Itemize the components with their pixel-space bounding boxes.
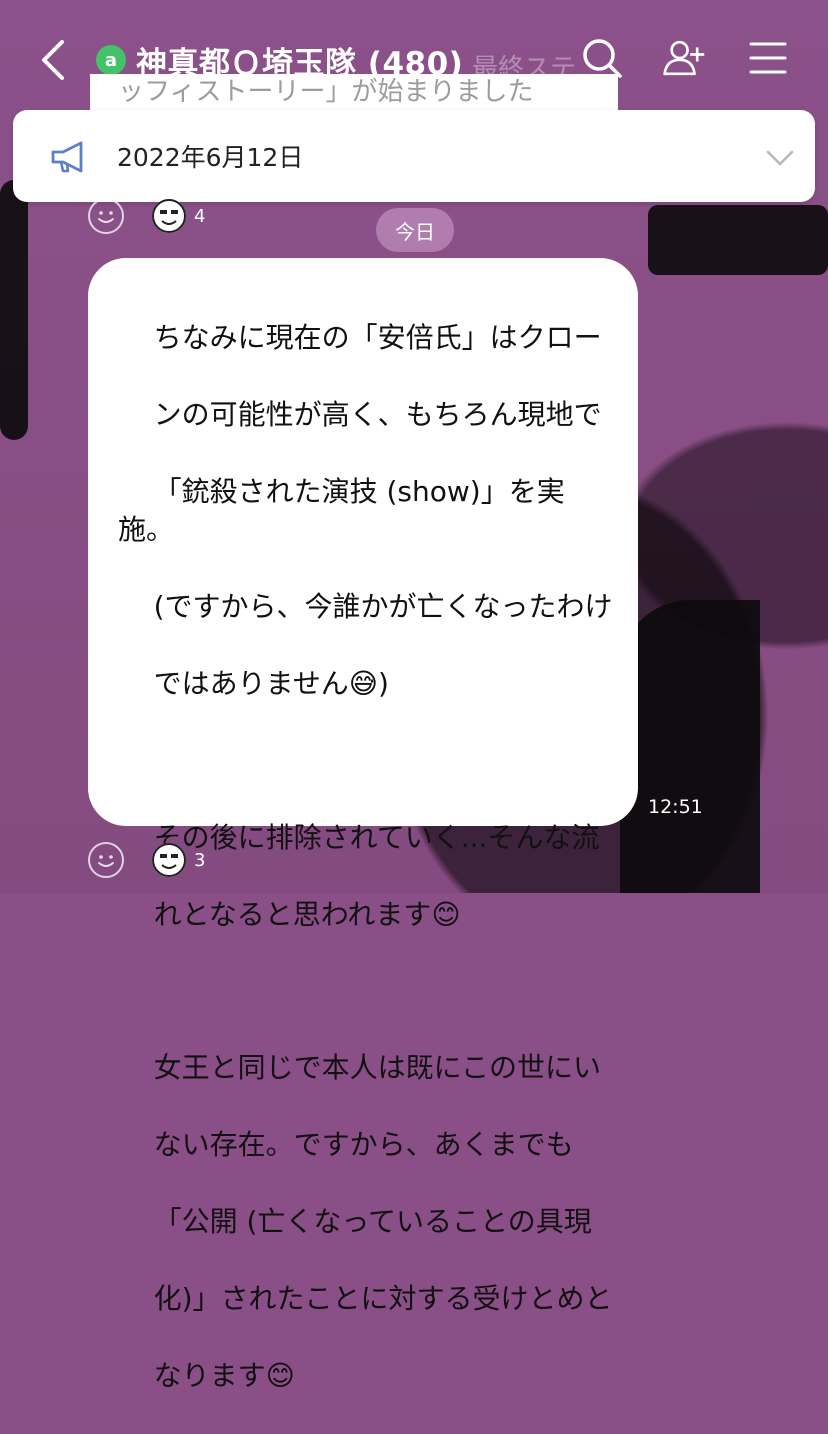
menu-icon[interactable] [746,36,790,80]
message-line: (ですから、今誰かが亡くなったわけ [154,590,613,623]
message-line: ンの可能性が高く、もちろん現地で [154,398,602,431]
add-reaction-icon[interactable] [88,842,124,878]
message-timestamp: 12:51 [648,796,703,818]
reaction-row-previous: 4 [88,198,205,234]
reaction-count: 3 [194,850,205,871]
reaction-row-current: 3 [88,842,205,878]
message-paragraph-1: ちなみに現在の「安倍氏」はクロー ンの可能性が高く、もちろん現地で 「銃殺された… [118,280,614,742]
reaction-count: 4 [194,206,205,227]
group-badge-icon: a [96,45,126,75]
message-bubble[interactable]: ちなみに現在の「安倍氏」はクロー ンの可能性が高く、もちろん現地で 「銃殺された… [88,258,638,826]
background-brush-left [0,180,28,440]
background-brush-top-right [648,205,828,275]
message-line: ない存在。ですから、あくまでも [154,1128,574,1161]
add-reaction-icon[interactable] [88,198,124,234]
message-paragraph-3: 女王と同じで本人は既にこの世にい ない存在。ですから、あくまでも 「公開 (亡く… [118,1011,614,1434]
announcement-date: 2022年6月12日 [117,138,303,174]
reaction-emoji-icon[interactable] [152,843,186,877]
background-notice-line2: ッフィストーリー」が始まりました [90,74,618,110]
date-divider: 今日 [376,208,454,252]
chevron-down-icon[interactable] [765,144,795,170]
back-arrow-icon[interactable] [36,38,76,82]
reaction-emoji-icon[interactable] [152,199,186,233]
megaphone-icon [49,140,89,174]
add-friend-icon[interactable] [662,36,706,80]
message-line: 化)」されたことに対する受けとめと [154,1282,613,1315]
background-brush-bottom [620,600,760,893]
message-line: れとなると思われます😊 [154,898,461,931]
message-line: ではありません😅) [154,667,389,700]
message-line: その後に排除されていく...そんな流 [154,821,600,854]
message-line: なります😊 [154,1359,295,1392]
message-line: 女王と同じで本人は既にこの世にい [154,1051,601,1084]
announcement-bar[interactable]: 2022年6月12日 [13,110,815,202]
message-line: 「銃殺された演技 (show)」を実施。 [118,475,565,547]
message-line: ちなみに現在の「安倍氏」はクロー [154,321,602,354]
message-line: 「公開 (亡くなっていることの具現 [154,1205,592,1238]
